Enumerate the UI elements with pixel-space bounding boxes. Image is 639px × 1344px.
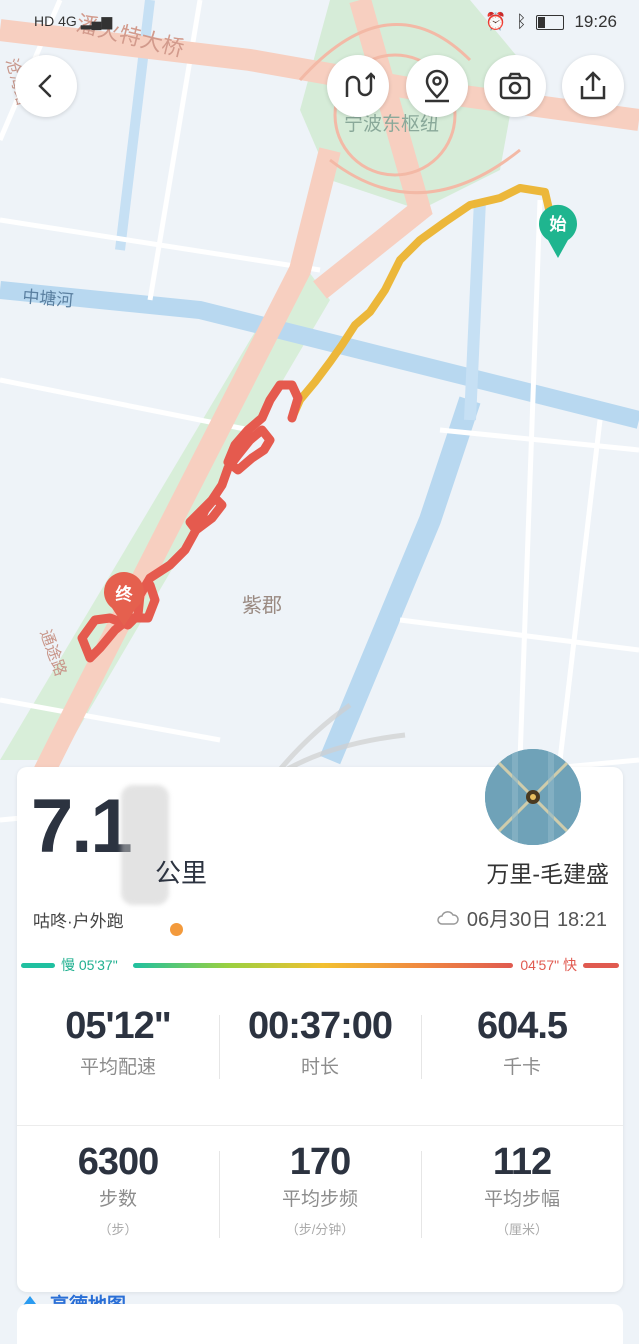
stat-label: 步数 bbox=[98, 1189, 137, 1210]
stat-label: 时长 bbox=[300, 1057, 339, 1078]
pace-slow-label: 慢 05'37" bbox=[61, 957, 118, 973]
pace-fast-line bbox=[583, 963, 619, 968]
stat-steps: 6300 步数 （步） bbox=[17, 1141, 219, 1238]
route-button[interactable] bbox=[327, 55, 389, 117]
username: 万里-毛建盛 bbox=[486, 861, 609, 887]
pace-gradient bbox=[133, 963, 513, 968]
stats-row-1: 05'12" 平均配速 00:37:00 时长 604.5 千卡 bbox=[17, 1005, 623, 1079]
stat-value: 170 bbox=[289, 1141, 351, 1183]
bluetooth-icon: ᛒ bbox=[516, 12, 527, 31]
pace-fast-label: 04'57" 快 bbox=[520, 957, 577, 973]
stat-value: 112 bbox=[492, 1141, 552, 1183]
stat-label: 平均配速 bbox=[79, 1057, 156, 1078]
avatar-image bbox=[485, 749, 581, 845]
location-pin-icon bbox=[425, 69, 449, 103]
start-marker-label: 始 bbox=[550, 214, 567, 234]
status-right: ⏰ ᛒ 19:26 bbox=[485, 12, 617, 32]
avatar[interactable] bbox=[485, 749, 581, 845]
stat-label: 平均步幅 bbox=[483, 1189, 560, 1210]
stat-label: 平均步频 bbox=[281, 1189, 358, 1210]
secondary-card bbox=[17, 1304, 623, 1344]
stat-unit: （步/分钟） bbox=[285, 1222, 355, 1237]
stat-stride: 112 平均步幅 （厘米） bbox=[421, 1141, 623, 1238]
location-button[interactable] bbox=[406, 55, 468, 117]
stat-cadence: 170 平均步频 （步/分钟） bbox=[219, 1141, 421, 1238]
stat-value: 604.5 bbox=[476, 1005, 568, 1047]
activity-type: 咕咚·户外跑 bbox=[33, 912, 124, 931]
camera-button[interactable] bbox=[484, 55, 546, 117]
pace-slow-line bbox=[21, 963, 55, 968]
date-time: 06月30日 18:21 bbox=[437, 903, 607, 932]
stat-value: 00:37:00 bbox=[247, 1005, 393, 1047]
stat-calories: 604.5 千卡 bbox=[421, 1005, 623, 1079]
map-label-district: 紫郡 bbox=[242, 594, 282, 617]
stat-value: 6300 bbox=[77, 1141, 160, 1183]
stat-label: 千卡 bbox=[502, 1057, 541, 1078]
stats-row-2: 6300 步数 （步） 170 平均步频 （步/分钟） 112 平均步幅 （厘米… bbox=[17, 1141, 623, 1238]
stat-avg-pace: 05'12" 平均配速 bbox=[17, 1005, 219, 1079]
stat-value: 05'12" bbox=[65, 1005, 172, 1047]
cloud-icon bbox=[437, 910, 459, 925]
run-summary-card: 7.1 公里 咕咚·户外跑 万里-毛建盛 06月30日 18:21 慢 05'3… bbox=[17, 749, 623, 1292]
stat-duration: 00:37:00 时长 bbox=[219, 1005, 421, 1079]
share-icon bbox=[580, 71, 606, 100]
pace-legend: 慢 05'37" 04'57" 快 bbox=[21, 957, 619, 977]
status-bar: HD 4G ▂▄▆ ⏰ ᛒ 19:26 bbox=[0, 0, 639, 46]
network-status-text: HD 4G bbox=[34, 13, 77, 29]
battery-icon bbox=[536, 14, 565, 30]
route-icon bbox=[345, 72, 375, 97]
back-icon bbox=[38, 74, 52, 98]
date-time-text: 06月30日 18:21 bbox=[466, 909, 607, 931]
end-marker-label: 终 bbox=[116, 584, 134, 604]
status-dot bbox=[170, 923, 183, 936]
distance-value: 7.1 bbox=[31, 784, 133, 869]
stat-unit: （步） bbox=[98, 1222, 138, 1237]
back-button[interactable] bbox=[15, 55, 77, 117]
stat-unit: （厘米） bbox=[495, 1222, 548, 1237]
camera-icon bbox=[499, 72, 531, 100]
alarm-icon: ⏰ bbox=[485, 12, 507, 31]
status-time: 19:26 bbox=[574, 12, 617, 31]
distance-unit: 公里 bbox=[155, 858, 208, 888]
status-left: HD 4G ▂▄▆ bbox=[34, 13, 112, 30]
signal-icon: ▂▄▆ bbox=[80, 13, 113, 29]
stats-divider bbox=[17, 1125, 623, 1126]
share-button[interactable] bbox=[562, 55, 624, 117]
